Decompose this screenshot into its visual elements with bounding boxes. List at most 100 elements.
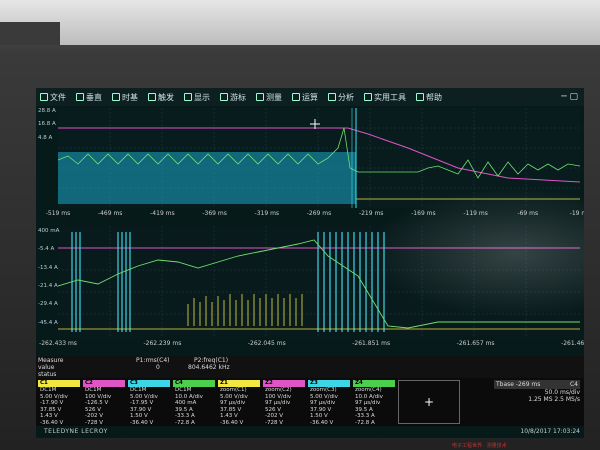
x-tick-label: -369 ms bbox=[202, 210, 227, 217]
p1-value: 0 bbox=[156, 364, 160, 371]
channel-name: Z3 bbox=[308, 380, 350, 387]
x-tick-label: -169 ms bbox=[411, 210, 436, 217]
menu-item-8[interactable]: 分析 bbox=[328, 92, 354, 103]
add-channel-button[interactable]: + bbox=[398, 380, 460, 424]
menu-label: 文件 bbox=[50, 92, 66, 102]
window-controls[interactable]: ─ ▢ bbox=[561, 92, 584, 102]
y-tick-label: 400 mA bbox=[38, 228, 60, 234]
channel-descriptor-z1[interactable]: Z1 zoom(C1) 5.00 V/div 97 μs/div 37.85 V 1.43… bbox=[218, 380, 260, 426]
channel-name: C4 bbox=[173, 380, 215, 387]
menu-icon bbox=[184, 93, 192, 101]
channel-descriptor-c2[interactable]: C2 DC1M 100 V/div -126.5 V 526 V -202 V -728 V bbox=[83, 380, 125, 426]
overview-x-axis: -519 ms -469 ms -419 ms -369 ms -319 ms -269 … bbox=[46, 210, 584, 220]
y-tick-label: -21.4 A bbox=[38, 283, 58, 289]
menu-bar: 文件 垂直 时基 触发 显示 游标 测量 运算 分析 实用工具 帮助 ─ ▢ bbox=[36, 88, 584, 106]
menu-icon bbox=[416, 93, 424, 101]
channel-descriptor-c4[interactable]: C4 DC1M 10.0 A/div 400 mA 39.5 A -33.3 A -72.8… bbox=[173, 380, 215, 426]
value-header: value bbox=[38, 364, 55, 371]
menu-item-3[interactable]: 触发 bbox=[148, 92, 174, 103]
menu-item-1[interactable]: 垂直 bbox=[76, 92, 102, 103]
measure-header: Measure bbox=[38, 357, 64, 364]
x-tick-label: -261.463 ms bbox=[561, 340, 584, 347]
menu-item-9[interactable]: 实用工具 bbox=[364, 92, 406, 103]
channel-name: Z1 bbox=[218, 380, 260, 387]
channel-line: -72.8 A bbox=[355, 419, 375, 426]
channel-line: -36.40 V bbox=[220, 419, 244, 426]
datetime: 10/8/2017 17:03:24 bbox=[520, 428, 580, 435]
menu-item-10[interactable]: 帮助 bbox=[416, 92, 442, 103]
y-tick-label: -13.4 A bbox=[38, 264, 58, 271]
x-tick-label: -219 ms bbox=[358, 210, 384, 217]
p1-label[interactable]: P1:rms(C4) bbox=[136, 357, 169, 364]
channel-descriptor-c3[interactable]: C3 DC1M 5.00 V/div -17.95 V 37.90 V 1.50 V -36… bbox=[128, 380, 170, 426]
trigger-source: C4 bbox=[569, 381, 578, 388]
timebase-descriptor[interactable]: Tbase -269 ms C4 50.0 ms/div 1.25 MS 2.5… bbox=[494, 380, 580, 410]
x-tick-label: -261.851 ms bbox=[352, 340, 391, 347]
menu-label: 游标 bbox=[230, 92, 246, 102]
timebase-rate: 50.0 ms/div bbox=[544, 389, 580, 396]
x-tick-label: -262.045 ms bbox=[247, 340, 286, 347]
brand-logo: TELEDYNE LECROY bbox=[44, 428, 108, 435]
menu-item-5[interactable]: 游标 bbox=[220, 92, 246, 103]
timebase-value: -269 ms bbox=[515, 381, 541, 388]
menu-icon bbox=[112, 93, 120, 101]
menu-icon bbox=[292, 93, 300, 101]
menu-icon bbox=[148, 93, 156, 101]
y-tick-label: 4.8 A bbox=[38, 134, 53, 141]
menu-label: 帮助 bbox=[426, 92, 442, 102]
channel-line: -728 V bbox=[85, 419, 103, 426]
y-tick-label: 16.8 A bbox=[38, 121, 56, 128]
menu-item-2[interactable]: 时基 bbox=[112, 92, 138, 103]
x-tick-label: -519 ms bbox=[45, 210, 71, 217]
x-tick-label: -261.657 ms bbox=[456, 340, 495, 347]
x-tick-label: -469 ms bbox=[97, 210, 123, 217]
status-header: status bbox=[38, 371, 57, 378]
menu-label: 触发 bbox=[158, 92, 174, 102]
menu-label: 测量 bbox=[266, 92, 282, 102]
y-tick-label: -45.4 A bbox=[38, 319, 58, 326]
timebase-sample: 1.25 MS 2.5 MS/s bbox=[528, 396, 580, 403]
channel-line: -36.40 V bbox=[310, 419, 334, 426]
menu-icon bbox=[76, 93, 84, 101]
menu-item-6[interactable]: 测量 bbox=[256, 92, 282, 103]
menu-label: 实用工具 bbox=[374, 92, 406, 102]
channel-descriptor-bar: + Tbase -269 ms C4 50.0 ms/div 1.25 MS 2… bbox=[36, 378, 584, 426]
x-tick-label: -119 ms bbox=[463, 210, 488, 217]
menu-icon bbox=[256, 93, 264, 101]
x-tick-label: -19 ms bbox=[569, 210, 584, 217]
x-tick-label: -269 ms bbox=[306, 210, 332, 217]
measurement-table: Measure value status P1:rms(C4) 0 P2:fre… bbox=[36, 356, 584, 378]
x-tick-label: -262.239 ms bbox=[143, 340, 182, 347]
channel-descriptor-z4[interactable]: Z4 zoom(C4) 10.0 A/div 97 μs/div 39.5 A -33.3… bbox=[353, 380, 395, 426]
x-tick-label: -319 ms bbox=[254, 210, 280, 217]
watermark-text: 电子工程世界 · 测量技术 bbox=[452, 443, 507, 449]
menu-item-7[interactable]: 运算 bbox=[292, 92, 318, 103]
y-tick-label: -29.4 A bbox=[38, 301, 58, 308]
x-tick-label: -419 ms bbox=[150, 210, 175, 217]
menu-icon bbox=[40, 93, 48, 101]
channel-descriptor-z2[interactable]: Z2 zoom(C2) 100 V/div 97 μs/div 526 V -202 V-… bbox=[263, 380, 305, 426]
channel-descriptor-c1[interactable]: C1 DC1M 5.00 V/div -17.90 V 37.85 V 1.43 V -36… bbox=[38, 380, 80, 426]
channel-name: C2 bbox=[83, 380, 125, 387]
menu-item-0[interactable]: 文件 bbox=[40, 92, 66, 103]
menu-label: 时基 bbox=[122, 92, 138, 102]
x-tick-label: -262.433 ms bbox=[39, 340, 77, 347]
channel-line: -72.8 A bbox=[175, 419, 195, 426]
y-tick-label: 28.8 A bbox=[38, 108, 56, 114]
zoom-x-axis: -262.433 ms -262.239 ms -262.045 ms -261.85… bbox=[39, 340, 584, 350]
channel-line: -728 V bbox=[265, 419, 283, 426]
menu-label: 显示 bbox=[194, 92, 210, 102]
channel-line: -36.40 V bbox=[130, 419, 154, 426]
menu-icon bbox=[364, 93, 372, 101]
timebase-label: Tbase bbox=[496, 381, 514, 388]
channel-descriptor-z3[interactable]: Z3 zoom(C3) 5.00 V/div 97 μs/div 37.90 V 1.50… bbox=[308, 380, 350, 426]
background-wall bbox=[0, 0, 600, 45]
menu-item-4[interactable]: 显示 bbox=[184, 92, 210, 103]
menu-label: 分析 bbox=[338, 92, 354, 102]
overview-plot[interactable] bbox=[58, 108, 580, 208]
menu-icon bbox=[220, 93, 228, 101]
menu-label: 运算 bbox=[302, 92, 318, 102]
zoom-plot[interactable] bbox=[58, 226, 580, 338]
p2-label[interactable]: P2:freq(C1) bbox=[194, 357, 228, 364]
y-tick-label: -5.4 A bbox=[38, 246, 55, 253]
